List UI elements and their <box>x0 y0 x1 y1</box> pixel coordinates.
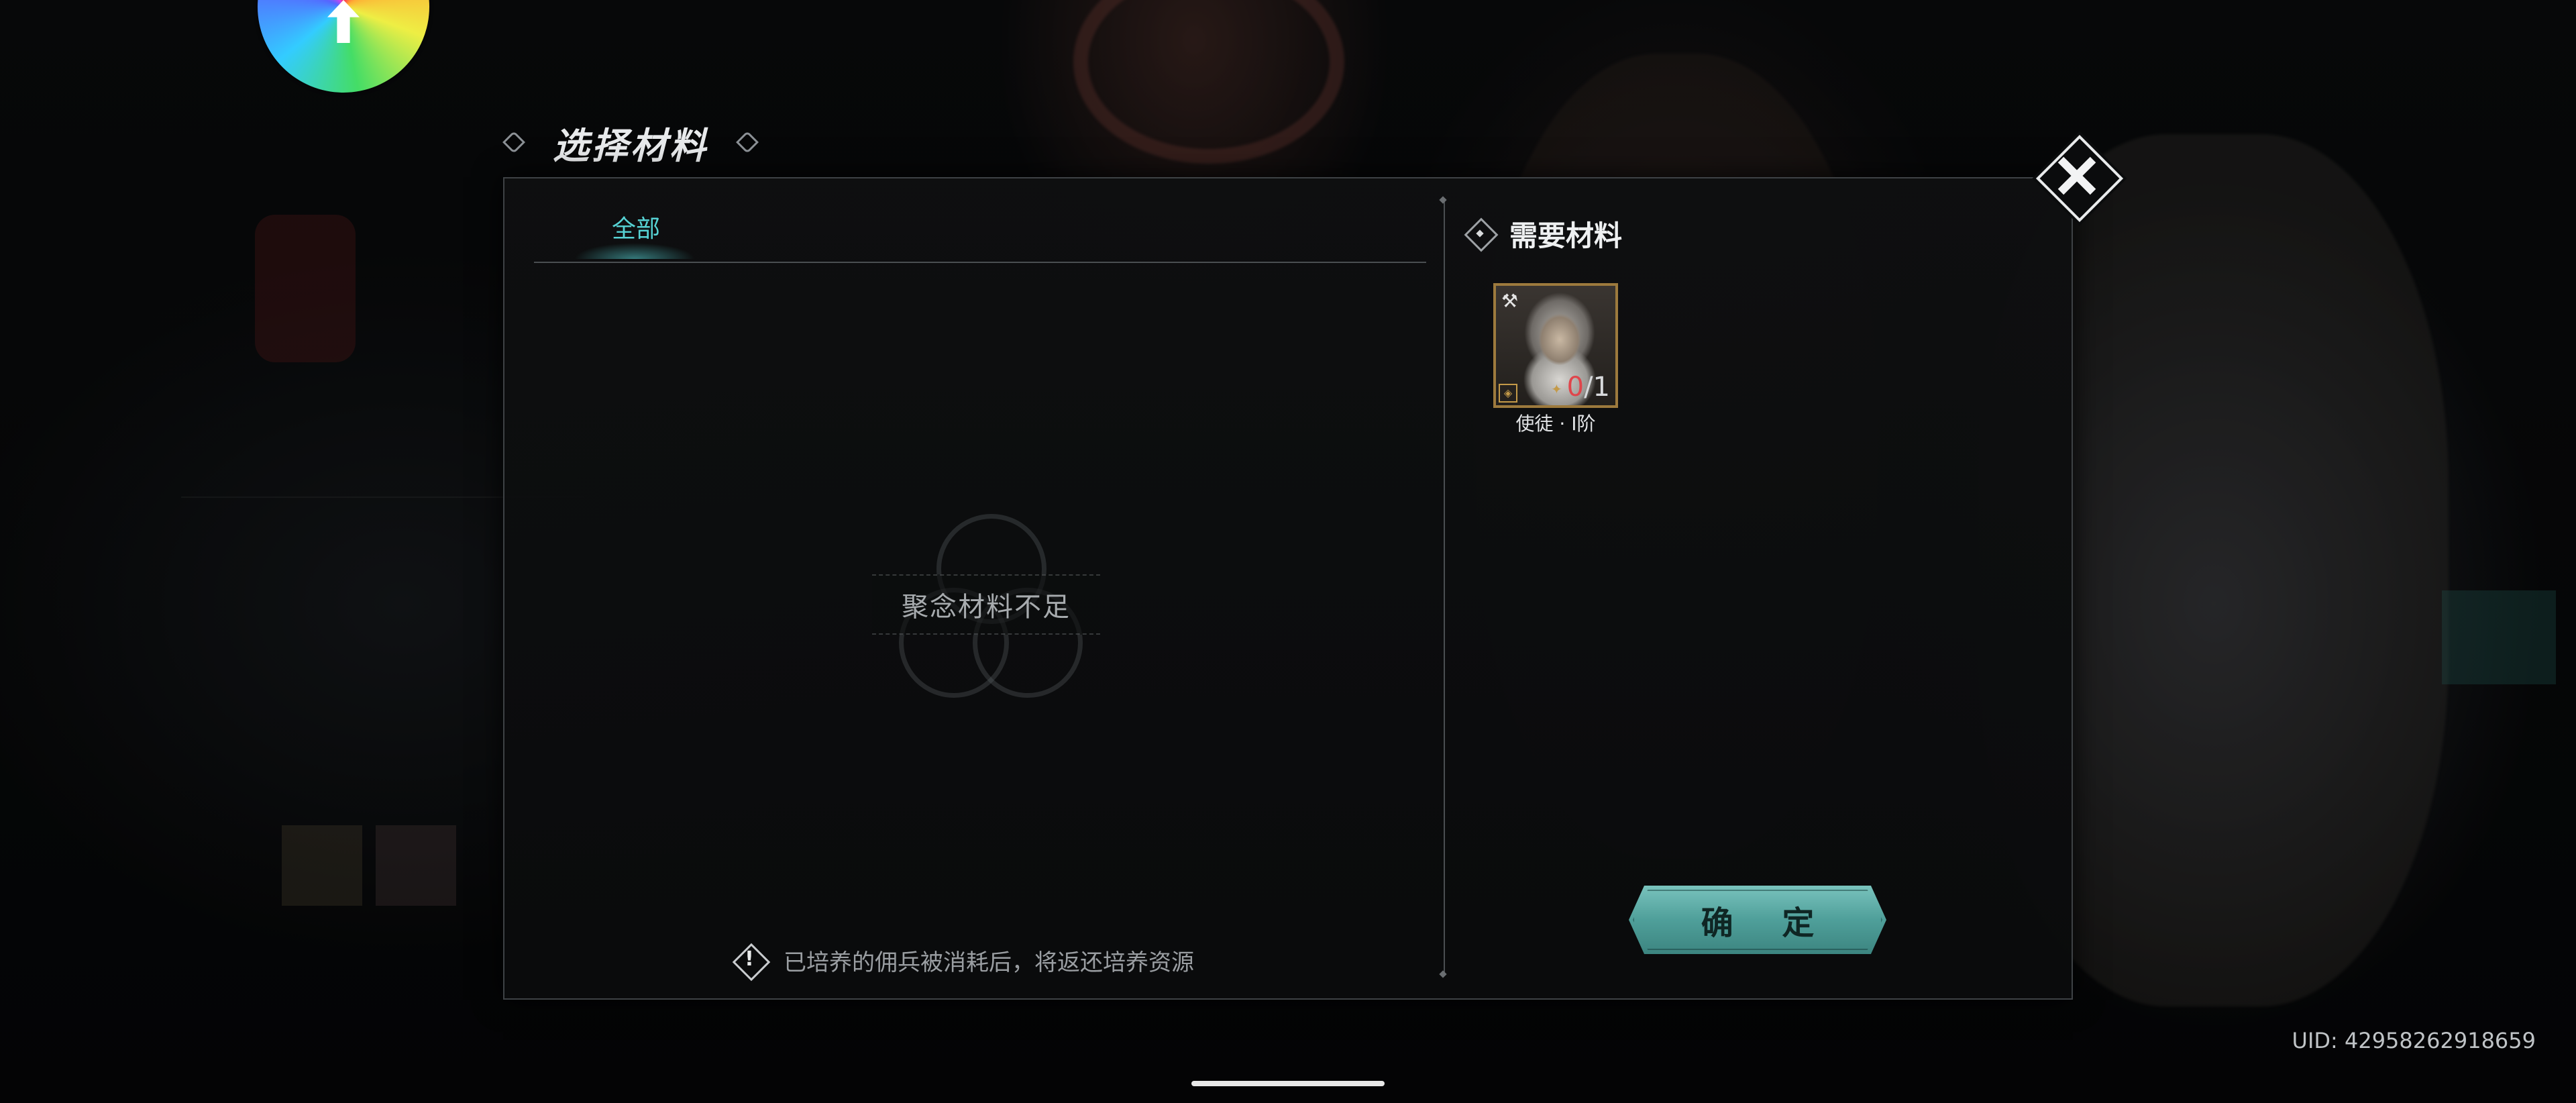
tab-active-glow <box>574 243 695 259</box>
close-button[interactable] <box>2030 129 2124 223</box>
empty-message: 聚念材料不足 <box>872 574 1100 635</box>
tab-bar: 全部 <box>534 209 1426 263</box>
star-icon: ✦ <box>1551 381 1562 397</box>
dialog-title-row: 选择材料 <box>502 114 759 170</box>
material-count: 0/1 <box>1566 372 1610 403</box>
select-material-panel: 全部 聚念材料不足 ! 已培养的佣兵被消耗后，将返还培养资源 需要材料 ⚒ ◈ … <box>503 177 2073 1000</box>
title-ornament-left-icon <box>502 130 526 154</box>
title-ornament-right-icon <box>735 130 759 154</box>
diamond-icon <box>1464 217 1503 252</box>
empty-state: 聚念材料不足 <box>872 514 1100 702</box>
required-title: 需要材料 <box>1509 219 1623 252</box>
section-divider <box>1444 201 1445 973</box>
axe-icon: ⚒ <box>1501 290 1519 312</box>
tab-underline <box>534 262 1426 263</box>
home-indicator[interactable] <box>1191 1081 1385 1086</box>
required-material-card[interactable]: ⚒ ◈ ✦ 0/1 <box>1493 283 1618 408</box>
uid-label: UID: 42958262918659 <box>2292 1028 2536 1053</box>
required-header: 需要材料 <box>1464 213 1623 254</box>
consume-note: ! 已培养的佣兵被消耗后，将返还培养资源 <box>732 943 1194 982</box>
confirm-label: 确 定 <box>1701 904 1833 942</box>
confirm-button[interactable]: 确 定 <box>1629 886 1886 954</box>
tab-all[interactable]: 全部 <box>589 209 683 244</box>
material-label: 使徒 · Ⅰ阶 <box>1515 413 1596 435</box>
class-badge-icon: ◈ <box>1499 384 1517 403</box>
warning-icon: ! <box>732 943 771 982</box>
note-text: 已培养的佣兵被消耗后，将返还培养资源 <box>784 949 1194 976</box>
dialog-title: 选择材料 <box>553 123 708 167</box>
